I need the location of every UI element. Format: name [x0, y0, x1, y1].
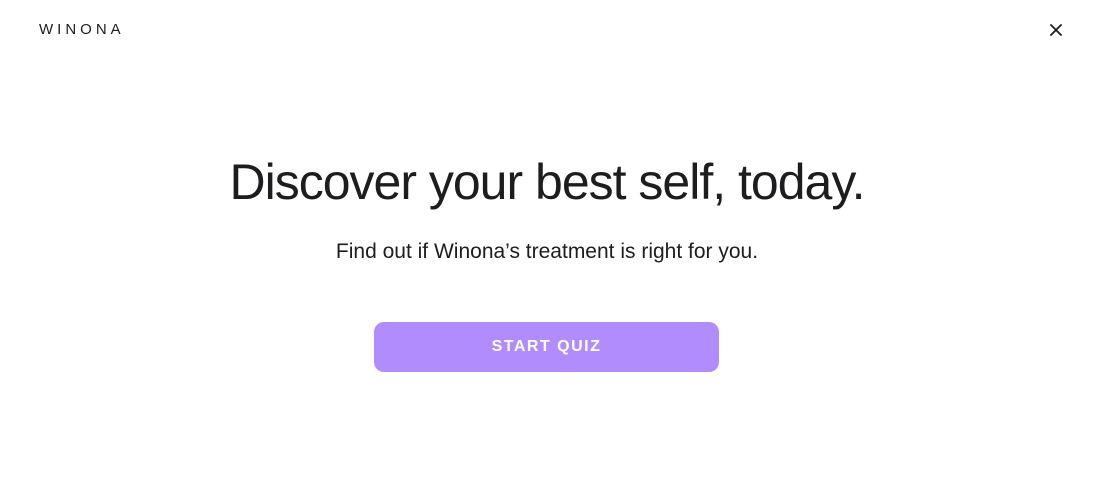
brand-logo[interactable]: WINONA [39, 20, 125, 40]
page-subtitle: Find out if Winona’s treatment is right … [335, 240, 759, 263]
close-button[interactable] [1044, 18, 1068, 42]
modal: WINONA Discover your best self, today. F… [0, 0, 1107, 502]
page-headline: Discover your best self, today. [229, 154, 865, 210]
start-quiz-button[interactable]: START QUIZ [374, 322, 719, 372]
close-icon [1050, 24, 1062, 36]
